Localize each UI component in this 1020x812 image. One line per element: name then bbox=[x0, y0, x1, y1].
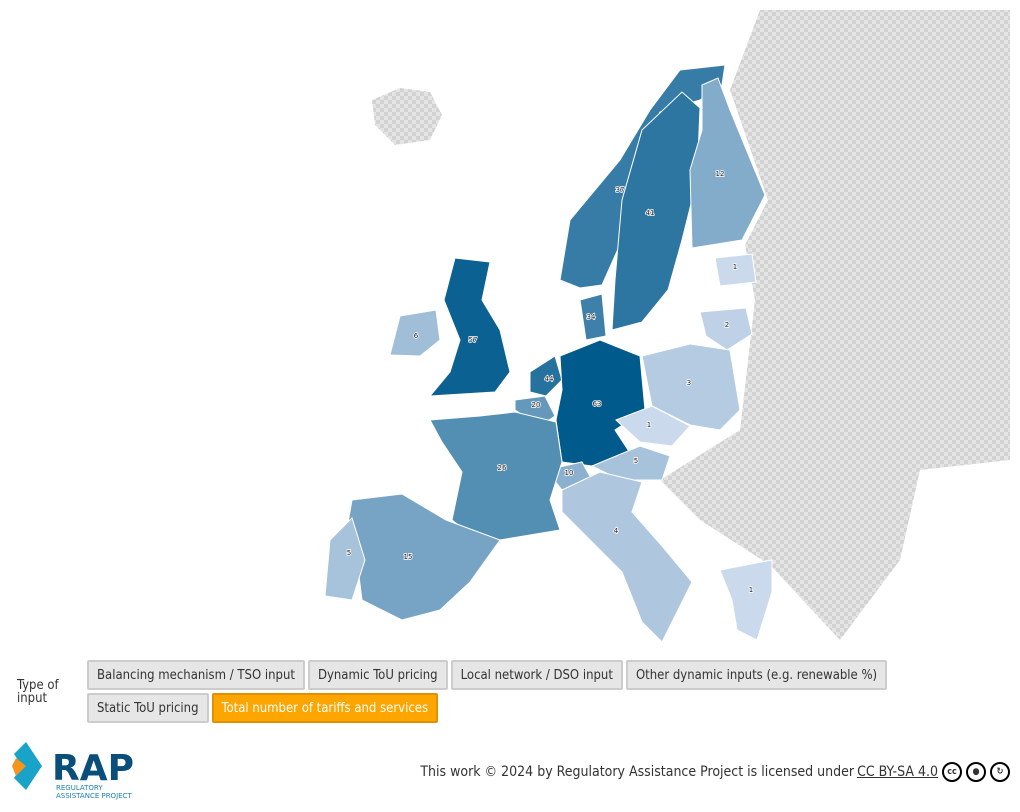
by-icon: ● bbox=[966, 762, 986, 782]
country-france[interactable] bbox=[429, 411, 563, 541]
europe-map: 37411212346 574420 63315102641551 bbox=[324, 10, 1010, 643]
input-type-button-total-number-of-tariffs-and-services[interactable]: Total number of tariffs and services bbox=[211, 693, 439, 723]
value-label-switzerland: 10 bbox=[565, 469, 574, 477]
value-label-poland: 3 bbox=[687, 379, 691, 387]
value-label-germany: 63 bbox=[593, 400, 602, 408]
value-label-greece: 1 bbox=[749, 586, 753, 594]
value-label-estonia: 1 bbox=[733, 263, 737, 271]
value-label-portugal: 5 bbox=[347, 549, 351, 557]
sa-icon: ↻ bbox=[990, 762, 1010, 782]
cc-icon: cc bbox=[942, 762, 962, 782]
logo-subtitle: ASSISTANCE PROJECT bbox=[56, 792, 132, 800]
input-type-button-static-tou-pricing[interactable]: Static ToU pricing bbox=[87, 693, 209, 723]
svg-text:REGULATORY: REGULATORY bbox=[56, 784, 103, 792]
controls-label: Type of input bbox=[17, 678, 59, 706]
value-label-spain: 15 bbox=[404, 553, 413, 561]
value-label-austria: 5 bbox=[634, 457, 638, 465]
license-credit: This work © 2024 by Regulatory Assistanc… bbox=[420, 762, 1010, 782]
value-label-sweden: 41 bbox=[646, 209, 655, 217]
value-label-france: 26 bbox=[498, 464, 507, 472]
input-type-button-dynamic-tou-pricing[interactable]: Dynamic ToU pricing bbox=[307, 660, 448, 690]
value-label-belgium: 20 bbox=[532, 401, 541, 409]
input-type-button-balancing-mechanism-tso-input[interactable]: Balancing mechanism / TSO input bbox=[87, 660, 305, 690]
value-label-ireland: 6 bbox=[414, 332, 419, 340]
input-type-button-local-network-dso-input[interactable]: Local network / DSO input bbox=[450, 660, 623, 690]
value-label-lithuania: 2 bbox=[725, 321, 729, 329]
value-label-united-kingdom: 57 bbox=[469, 336, 478, 344]
value-label-norway: 37 bbox=[616, 186, 625, 194]
no-data-iceland bbox=[372, 88, 442, 145]
country-sweden[interactable] bbox=[611, 91, 701, 331]
credit-text: This work © 2024 by Regulatory Assistanc… bbox=[420, 764, 855, 780]
svg-text:RAP: RAP bbox=[52, 748, 134, 789]
value-label-finland: 12 bbox=[716, 170, 725, 178]
value-label-denmark: 34 bbox=[587, 313, 596, 321]
rap-logo: RAP REGULATORY ASSISTANCE PROJECT bbox=[12, 742, 134, 800]
country-united-kingdom[interactable] bbox=[428, 257, 511, 397]
country-greece[interactable] bbox=[719, 559, 773, 641]
value-label-netherlands: 44 bbox=[545, 375, 554, 383]
input-type-button-other-dynamic-inputs-e-g-renewable[interactable]: Other dynamic inputs (e.g. renewable %) bbox=[625, 660, 888, 690]
country-italy[interactable] bbox=[561, 471, 693, 643]
country-lithuania[interactable] bbox=[699, 307, 753, 351]
license-link[interactable]: CC BY-SA 4.0 bbox=[857, 764, 938, 780]
value-label-czechia: 1 bbox=[647, 421, 651, 429]
value-label-italy: 4 bbox=[614, 527, 619, 535]
